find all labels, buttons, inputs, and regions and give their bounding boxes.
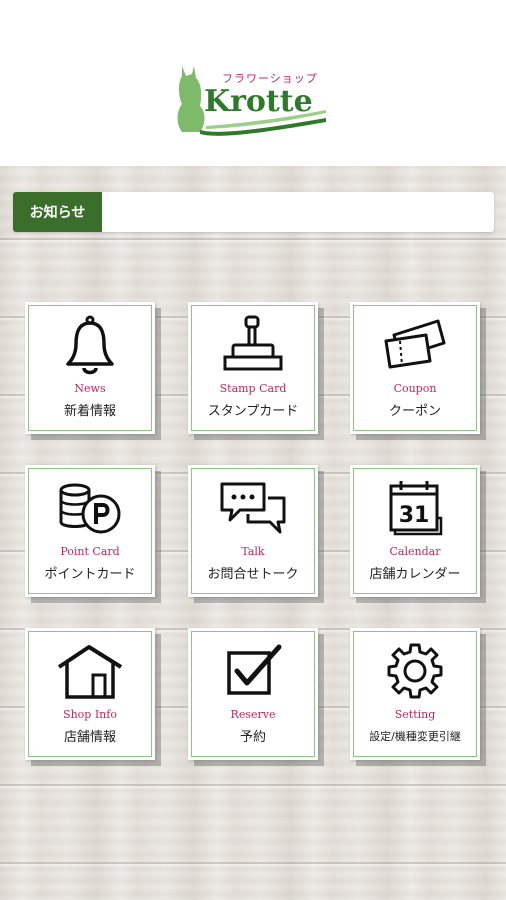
menu-tile-setting[interactable]: Setting 設定/機種変更引継 [350,628,480,760]
menu-tile-coupon[interactable]: Coupon クーポン [350,302,480,434]
menu-tile-talk[interactable]: Talk お問合せトーク [188,465,318,597]
menu-tile-point-card[interactable]: Point Card ポイントカード [25,465,155,597]
tile-label-en: Coupon [393,382,437,395]
tile-label-en: Talk [241,545,265,558]
tile-label-jp: 設定/機種変更引継 [369,730,461,743]
tile-label-jp: お問合せトーク [207,567,299,582]
tile-label-jp: 新着情報 [63,404,116,419]
tile-label-jp: 予約 [239,730,266,745]
chat-bubbles-icon [188,475,318,541]
tile-label-jp: 店舗情報 [63,730,116,745]
tile-label-jp: スタンプカード [207,404,299,419]
tile-label-en: Calendar [389,545,441,558]
stamp-icon [188,312,318,378]
house-icon [25,638,155,704]
tile-label-en: Stamp Card [219,382,287,395]
checkbox-icon [188,638,318,704]
news-label: お知らせ [13,192,102,232]
menu-tile-stamp-card[interactable]: Stamp Card スタンプカード [188,302,318,434]
tile-label-en: News [74,382,106,395]
tile-label-en: Shop Info [63,708,117,721]
tile-label-en: Point Card [60,545,120,558]
tile-label-jp: ポイントカード [44,567,136,582]
menu-tile-reserve[interactable]: Reserve 予約 [188,628,318,760]
logo-name: Krotte [204,84,313,119]
tile-label-en: Reserve [230,708,276,721]
app-header: フラワーショップ Krotte [0,0,506,166]
menu-tile-calendar[interactable]: 31 Calendar 店舗カレンダー [350,465,480,597]
calendar-icon: 31 [350,475,480,541]
tile-label-jp: 店舗カレンダー [369,567,461,582]
bell-icon [25,312,155,378]
calendar-day-number: 31 [399,503,430,528]
menu-tile-news[interactable]: News 新着情報 [25,302,155,434]
gear-icon [350,638,480,704]
menu-tile-shop-info[interactable]: Shop Info 店舗情報 [25,628,155,760]
coins-icon [25,475,155,541]
coupon-icon [350,312,480,378]
tile-label-jp: クーポン [388,404,441,419]
tile-label-en: Setting [394,708,436,721]
